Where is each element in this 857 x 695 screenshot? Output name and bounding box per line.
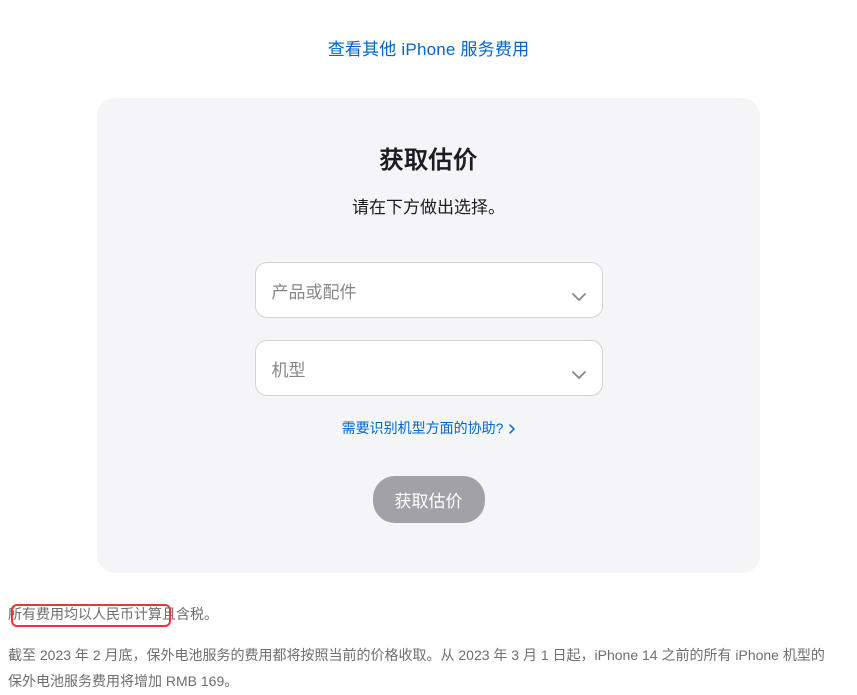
- model-select[interactable]: 机型: [255, 340, 603, 396]
- notice-highlight-text: 费用将增加 RMB 169。: [92, 673, 238, 689]
- card-subtitle: 请在下方做出选择。: [127, 193, 730, 218]
- model-select-placeholder: 机型: [272, 356, 306, 381]
- other-services-link-wrapper: 查看其他 iPhone 服务费用: [0, 35, 857, 60]
- help-link-wrapper: 需要识别机型方面的协助?: [127, 418, 730, 438]
- chevron-down-icon: [572, 364, 586, 372]
- other-services-link[interactable]: 查看其他 iPhone 服务费用: [328, 40, 530, 59]
- footer-notes: 所有费用均以人民币计算且含税。 截至 2023 年 2 月底，保外电池服务的费用…: [8, 601, 835, 695]
- model-select-wrapper: 机型: [255, 340, 603, 396]
- get-estimate-button[interactable]: 获取估价: [373, 476, 485, 523]
- card-title: 获取估价: [127, 140, 730, 175]
- help-link-text: 需要识别机型方面的协助?: [342, 420, 504, 436]
- estimate-card: 获取估价 请在下方做出选择。 产品或配件 机型: [97, 98, 760, 573]
- identify-model-help-link[interactable]: 需要识别机型方面的协助?: [342, 420, 516, 436]
- chevron-down-icon: [572, 286, 586, 294]
- chevron-right-icon: [509, 421, 515, 437]
- product-select[interactable]: 产品或配件: [255, 262, 603, 318]
- product-select-wrapper: 产品或配件: [255, 262, 603, 318]
- footer-tax-note: 所有费用均以人民币计算且含税。: [8, 601, 835, 628]
- footer-price-notice: 截至 2023 年 2 月底，保外电池服务的费用都将按照当前的价格收取。从 20…: [8, 642, 835, 695]
- product-select-placeholder: 产品或配件: [272, 278, 357, 303]
